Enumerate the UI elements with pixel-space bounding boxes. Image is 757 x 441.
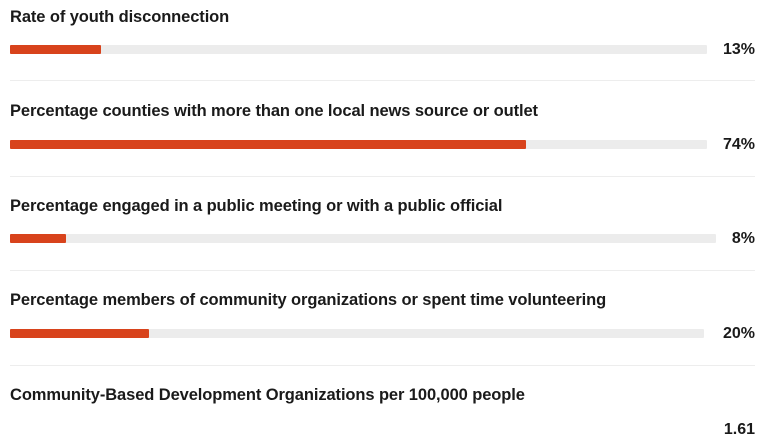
divider xyxy=(10,365,755,366)
value-label: 20% xyxy=(722,325,755,342)
bar-track xyxy=(10,234,716,243)
bar xyxy=(10,45,101,54)
value-label: 8% xyxy=(731,230,755,247)
divider xyxy=(10,270,755,271)
bar xyxy=(10,234,67,243)
metric-label: Rate of youth disconnection xyxy=(10,8,230,26)
metric-label: Community-Based Development Organization… xyxy=(10,386,525,404)
bar-track xyxy=(10,140,707,149)
bar-track xyxy=(10,45,707,54)
bar xyxy=(10,329,149,338)
bar xyxy=(10,140,526,149)
bar-track xyxy=(10,329,704,338)
metric-label: Percentage engaged in a public meeting o… xyxy=(10,197,503,215)
divider xyxy=(10,80,755,81)
metric-label: Percentage counties with more than one l… xyxy=(10,102,538,120)
value-label: 74% xyxy=(722,136,755,153)
divider xyxy=(10,176,755,177)
metric-label: Percentage members of community organiza… xyxy=(10,291,607,309)
value-label: 13% xyxy=(722,41,755,58)
value-label: 1.61 xyxy=(723,421,755,438)
